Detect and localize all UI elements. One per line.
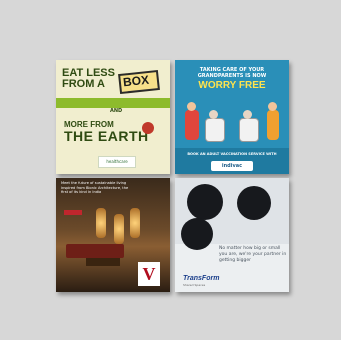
- lamp-shape: [130, 208, 140, 238]
- granddaughter-figure: [267, 110, 279, 140]
- poster3-text: Meet the future of sustainable living in…: [61, 181, 129, 195]
- poster2-worry-free: WORRY FREE: [198, 80, 266, 91]
- round-table: [237, 186, 271, 220]
- poster3-logo: V: [138, 262, 160, 286]
- poster1-headline: EAT LESS FROM A: [62, 67, 115, 90]
- table-shape: [86, 258, 120, 266]
- lamp-shape: [96, 208, 106, 238]
- poster-transform[interactable]: No matter how big or small you are, we'r…: [175, 178, 289, 292]
- poster-eat-less-from-a-box[interactable]: EAT LESS FROM A BOX AND MORE FROM THE EA…: [56, 60, 170, 174]
- poster1-and: AND: [110, 108, 123, 114]
- grass-strip: [56, 98, 170, 108]
- poster-sustainable-living[interactable]: Meet the future of sustainable living in…: [56, 178, 170, 292]
- lamp-shape: [114, 214, 124, 244]
- poster1-brand-logo: healthcare: [98, 156, 136, 168]
- round-table: [187, 184, 223, 220]
- poster1-earth: THE EARTH: [64, 128, 149, 144]
- poster4-brand-logo: TransForm: [183, 275, 220, 282]
- grandparent-head: [209, 110, 218, 119]
- grandparent-figure: [205, 118, 225, 142]
- poster4-tagline: Shared Spaces: [183, 283, 206, 287]
- red-accent: [64, 210, 82, 215]
- round-table: [181, 218, 213, 250]
- poster1-box-word: BOX: [122, 72, 150, 90]
- poster-worry-free[interactable]: TAKING CARE OF YOUR GRANDPARENTS IS NOW …: [175, 60, 289, 174]
- grandmother-head: [243, 110, 252, 119]
- grandmother-figure: [239, 118, 259, 142]
- gallery-wall: EAT LESS FROM A BOX AND MORE FROM THE EA…: [0, 0, 341, 340]
- apple-icon: [142, 122, 154, 134]
- poster2-banner: BOOK AN ADULT VACCINATION SERVICE WITH: [187, 152, 277, 156]
- granddaughter-head: [268, 102, 277, 111]
- poster2-headline: TAKING CARE OF YOUR GRANDPARENTS IS NOW: [197, 67, 267, 79]
- poster2-brand-logo: indivac: [211, 161, 253, 171]
- grandson-head: [187, 102, 196, 111]
- poster4-text: No matter how big or small you are, we'r…: [219, 246, 287, 263]
- sofa-shape: [66, 244, 124, 258]
- grandson-figure: [185, 110, 199, 140]
